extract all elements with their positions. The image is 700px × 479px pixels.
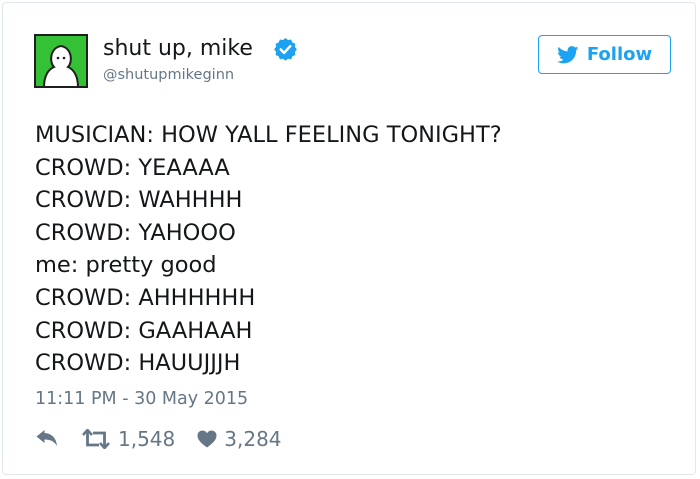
tweet-card: shut up, mike @shutupmikeginn Follow MUS… bbox=[2, 2, 696, 475]
retweet-icon bbox=[82, 429, 110, 449]
author-avatar[interactable] bbox=[34, 34, 88, 88]
tweet-line: CROWD: YAHOOO bbox=[35, 219, 236, 246]
tweet-line: MUSICIAN: HOW YALL FEELING TONIGHT? bbox=[35, 122, 502, 148]
twitter-bird-icon bbox=[556, 45, 579, 63]
tweet-actions: 1,548 3,284 bbox=[36, 426, 282, 452]
author-handle[interactable]: @shutupmikeginn bbox=[103, 66, 234, 84]
tweet-line: me: pretty good bbox=[35, 252, 217, 279]
tweet-line: CROWD: HAUUJJJH bbox=[35, 350, 241, 377]
retweet-count: 1,548 bbox=[118, 427, 176, 451]
author-name[interactable]: shut up, mike bbox=[103, 36, 253, 62]
retweet-button[interactable]: 1,548 bbox=[82, 427, 175, 451]
tweet-line: CROWD: GAAHAAH bbox=[35, 317, 253, 344]
tweet-text: MUSICIAN: HOW YALL FEELING TONIGHT? CROW… bbox=[35, 119, 502, 380]
follow-button-label: Follow bbox=[586, 44, 653, 65]
ghost-avatar-icon bbox=[34, 34, 88, 88]
follow-button[interactable]: Follow bbox=[538, 35, 671, 74]
verified-badge-icon bbox=[274, 38, 297, 61]
tweet-line: CROWD: AHHHHHH bbox=[35, 284, 256, 311]
like-button[interactable]: 3,284 bbox=[197, 427, 282, 451]
reply-icon bbox=[36, 430, 57, 446]
tweet-line: CROWD: YEAAAA bbox=[35, 154, 230, 181]
tweet-line: CROWD: WAHHHH bbox=[35, 187, 243, 214]
heart-icon bbox=[197, 430, 217, 448]
reply-button[interactable] bbox=[36, 430, 58, 448]
tweet-timestamp[interactable]: 11:11 PM - 30 May 2015 bbox=[35, 388, 248, 410]
like-count: 3,284 bbox=[224, 427, 282, 451]
